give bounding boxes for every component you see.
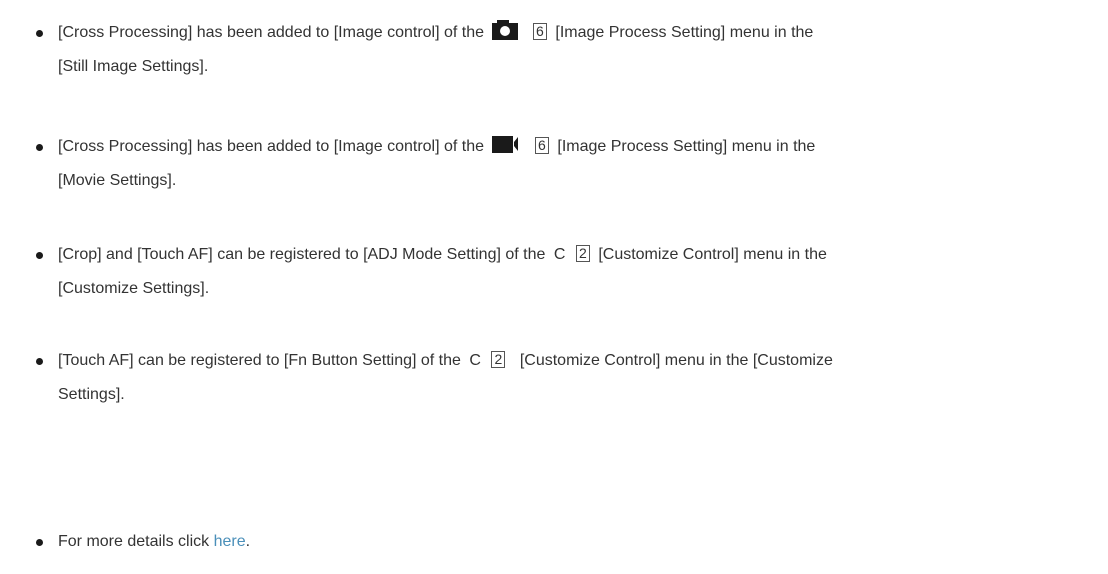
item-text-part1: [Touch AF] can be registered to [Fn Butt… [58,352,461,369]
list-item-text: [Cross Processing] has been added to [Im… [58,130,1098,198]
list-item-text: [Touch AF] can be registered to [Fn Butt… [58,344,1098,412]
menu-page-number: 2 [491,351,506,368]
list-item-text: [Cross Processing] has been added to [Im… [58,16,1098,84]
item-text-line2: [Movie Settings]. [58,172,177,189]
item-text-part1: [Crop] and [Touch AF] can be registered … [58,246,546,263]
list-item-text: [Crop] and [Touch AF] can be registered … [58,238,1098,306]
item-text-part2: [Image Process Setting] menu in the [557,138,816,155]
item-text-part1: [Cross Processing] has been added to [Im… [58,24,485,41]
bullet [36,144,43,151]
bullet [36,30,43,37]
bullet [36,252,43,259]
menu-page-number: 2 [575,245,590,262]
custom-menu-letter: C [469,352,481,369]
item-text-part2: [Customize Control] menu in the [Customi… [519,352,833,369]
item-text-part1: [Cross Processing] has been added to [Im… [58,138,485,155]
item-text-part2: [Image Process Setting] menu in the [555,24,814,41]
bullet [36,539,43,546]
item-text-line2: [Still Image Settings]. [58,58,209,75]
details-suffix: . [245,533,251,550]
movie-camera-icon [492,136,519,153]
menu-page-number: 6 [534,137,549,154]
menu-page-number: 6 [532,23,547,40]
details-link[interactable]: here [214,533,246,550]
item-text-line2: Settings]. [58,386,125,403]
camera-icon [492,20,519,40]
bullet [36,358,43,365]
item-text-part2: [Customize Control] menu in the [598,246,827,263]
details-text: For more details click here. [58,525,1098,559]
custom-menu-letter: C [553,246,566,263]
details-prefix: For more details click [58,533,210,550]
item-text-line2: [Customize Settings]. [58,280,210,297]
